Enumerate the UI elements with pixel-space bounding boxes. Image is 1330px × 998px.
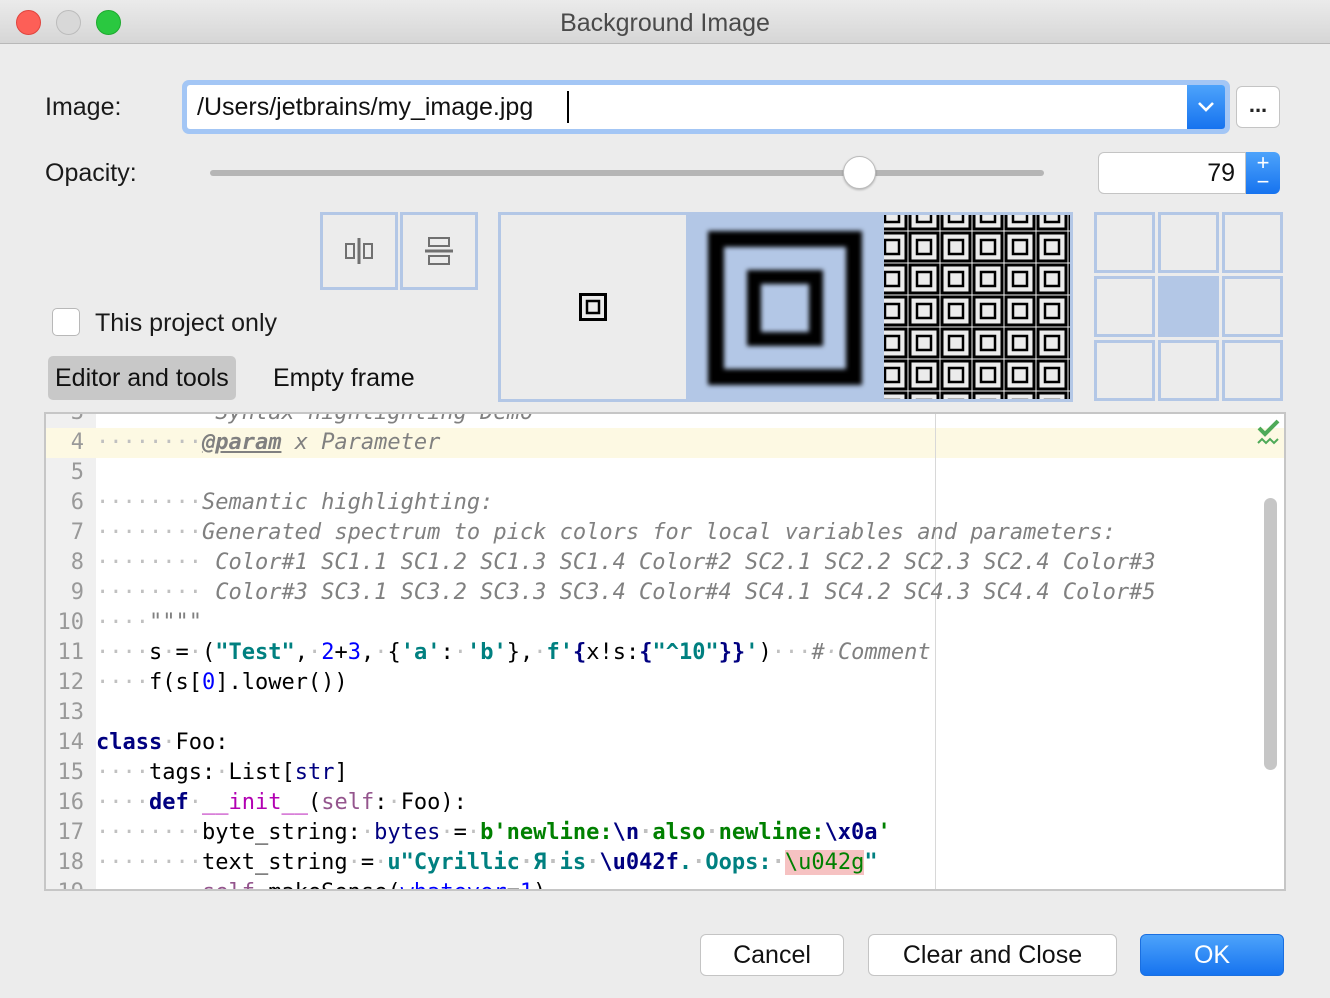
flip-horizontal-icon (345, 238, 373, 264)
image-path-input[interactable] (187, 85, 1187, 129)
scaled-image-icon (708, 231, 862, 385)
code-line: 14 class·Foo: (57, 730, 229, 755)
anchor-grid (1094, 212, 1286, 402)
fill-tile-option[interactable] (881, 212, 1073, 402)
code-line: 8 ········ Color#1 SC1.1 SC1.2 SC1.3 SC1.… (70, 550, 1156, 575)
this-project-only-label[interactable]: This project only (95, 309, 277, 338)
tab-editor-and-tools[interactable]: Editor and tools (48, 356, 236, 400)
image-label: Image: (45, 93, 122, 121)
code-line: 11 ····s·=·("Test",·2+3,·{'a':·'b'},·f'{x… (57, 640, 931, 665)
this-project-only-checkbox[interactable] (52, 308, 80, 336)
tiled-image-icon (884, 215, 1070, 399)
flip-vertical-icon (425, 237, 453, 265)
anchor-top-right[interactable] (1222, 212, 1283, 273)
preview-editor[interactable]: 3 ···· ·Syntax highlighting Demo 4 ·······… (44, 412, 1286, 891)
code-line: 17 ········byte_string:·bytes·=·b'newline… (57, 820, 891, 845)
code-line: 15 ····tags:·List[str] (57, 760, 348, 785)
plain-image-icon (579, 293, 607, 321)
inspection-ok-icon[interactable] (1256, 419, 1282, 445)
chevron-down-icon (1198, 102, 1214, 112)
anchor-top-left[interactable] (1094, 212, 1155, 273)
code-line: 19········self.makeSense(whatever=1) (46, 878, 1284, 889)
background-image-dialog: Background Image Image: ... Opacity: 79 … (0, 0, 1330, 998)
opacity-slider[interactable] (210, 156, 1044, 189)
anchor-bottom-right[interactable] (1222, 340, 1283, 401)
clear-and-close-button[interactable]: Clear and Close (868, 934, 1117, 976)
opacity-slider-thumb[interactable] (842, 156, 876, 189)
cancel-button[interactable]: Cancel (700, 934, 844, 976)
title-bar: Background Image (0, 0, 1330, 44)
flip-vertical-button[interactable] (400, 212, 478, 290)
code-line: 12 ····f(s[0].lower()) (57, 670, 348, 695)
anchor-center[interactable] (1158, 276, 1219, 337)
code-line: 7 ········Generated spectrum to pick colo… (70, 520, 1116, 545)
ok-button[interactable]: OK (1140, 934, 1284, 976)
anchor-bottom-left[interactable] (1094, 340, 1155, 401)
code-line: 5 (70, 460, 84, 485)
code-line: 9 ········ Color#3 SC3.1 SC3.2 SC3.3 SC3.… (70, 580, 1156, 605)
fill-scale-option[interactable] (689, 212, 881, 402)
text-caret (567, 91, 569, 123)
code-line: 10 ····"""" (57, 610, 202, 635)
anchor-top-center[interactable] (1158, 212, 1219, 273)
code-line: 4 ········@param x Parameter (70, 430, 441, 455)
browse-button[interactable]: ... (1236, 86, 1280, 128)
flip-horizontal-button[interactable] (320, 212, 398, 290)
anchor-middle-right[interactable] (1222, 276, 1283, 337)
fill-plain-option[interactable] (498, 212, 689, 402)
window-title: Background Image (560, 9, 770, 37)
image-path-combo[interactable] (182, 80, 1230, 134)
opacity-value-field[interactable]: 79 (1098, 152, 1246, 194)
opacity-stepper[interactable]: + − (1246, 152, 1280, 194)
image-history-dropdown[interactable] (1187, 85, 1225, 129)
opacity-label: Opacity: (45, 159, 137, 187)
vertical-scrollbar[interactable] (1264, 498, 1277, 770)
anchor-bottom-center[interactable] (1158, 340, 1219, 401)
code-line: 13 (57, 700, 85, 725)
anchor-middle-left[interactable] (1094, 276, 1155, 337)
decrement-icon[interactable]: − (1246, 171, 1280, 193)
code-line: 3 ···· ·Syntax highlighting Demo (70, 412, 534, 425)
code-line: 18 ········text_string·=·u"Cyrillic·Я·is·… (57, 850, 878, 875)
code-line: 16 ····def·__init__(self:·Foo): (57, 790, 467, 815)
code-line: 6 ········Semantic highlighting: (70, 490, 494, 515)
tab-empty-frame[interactable]: Empty frame (266, 356, 422, 400)
